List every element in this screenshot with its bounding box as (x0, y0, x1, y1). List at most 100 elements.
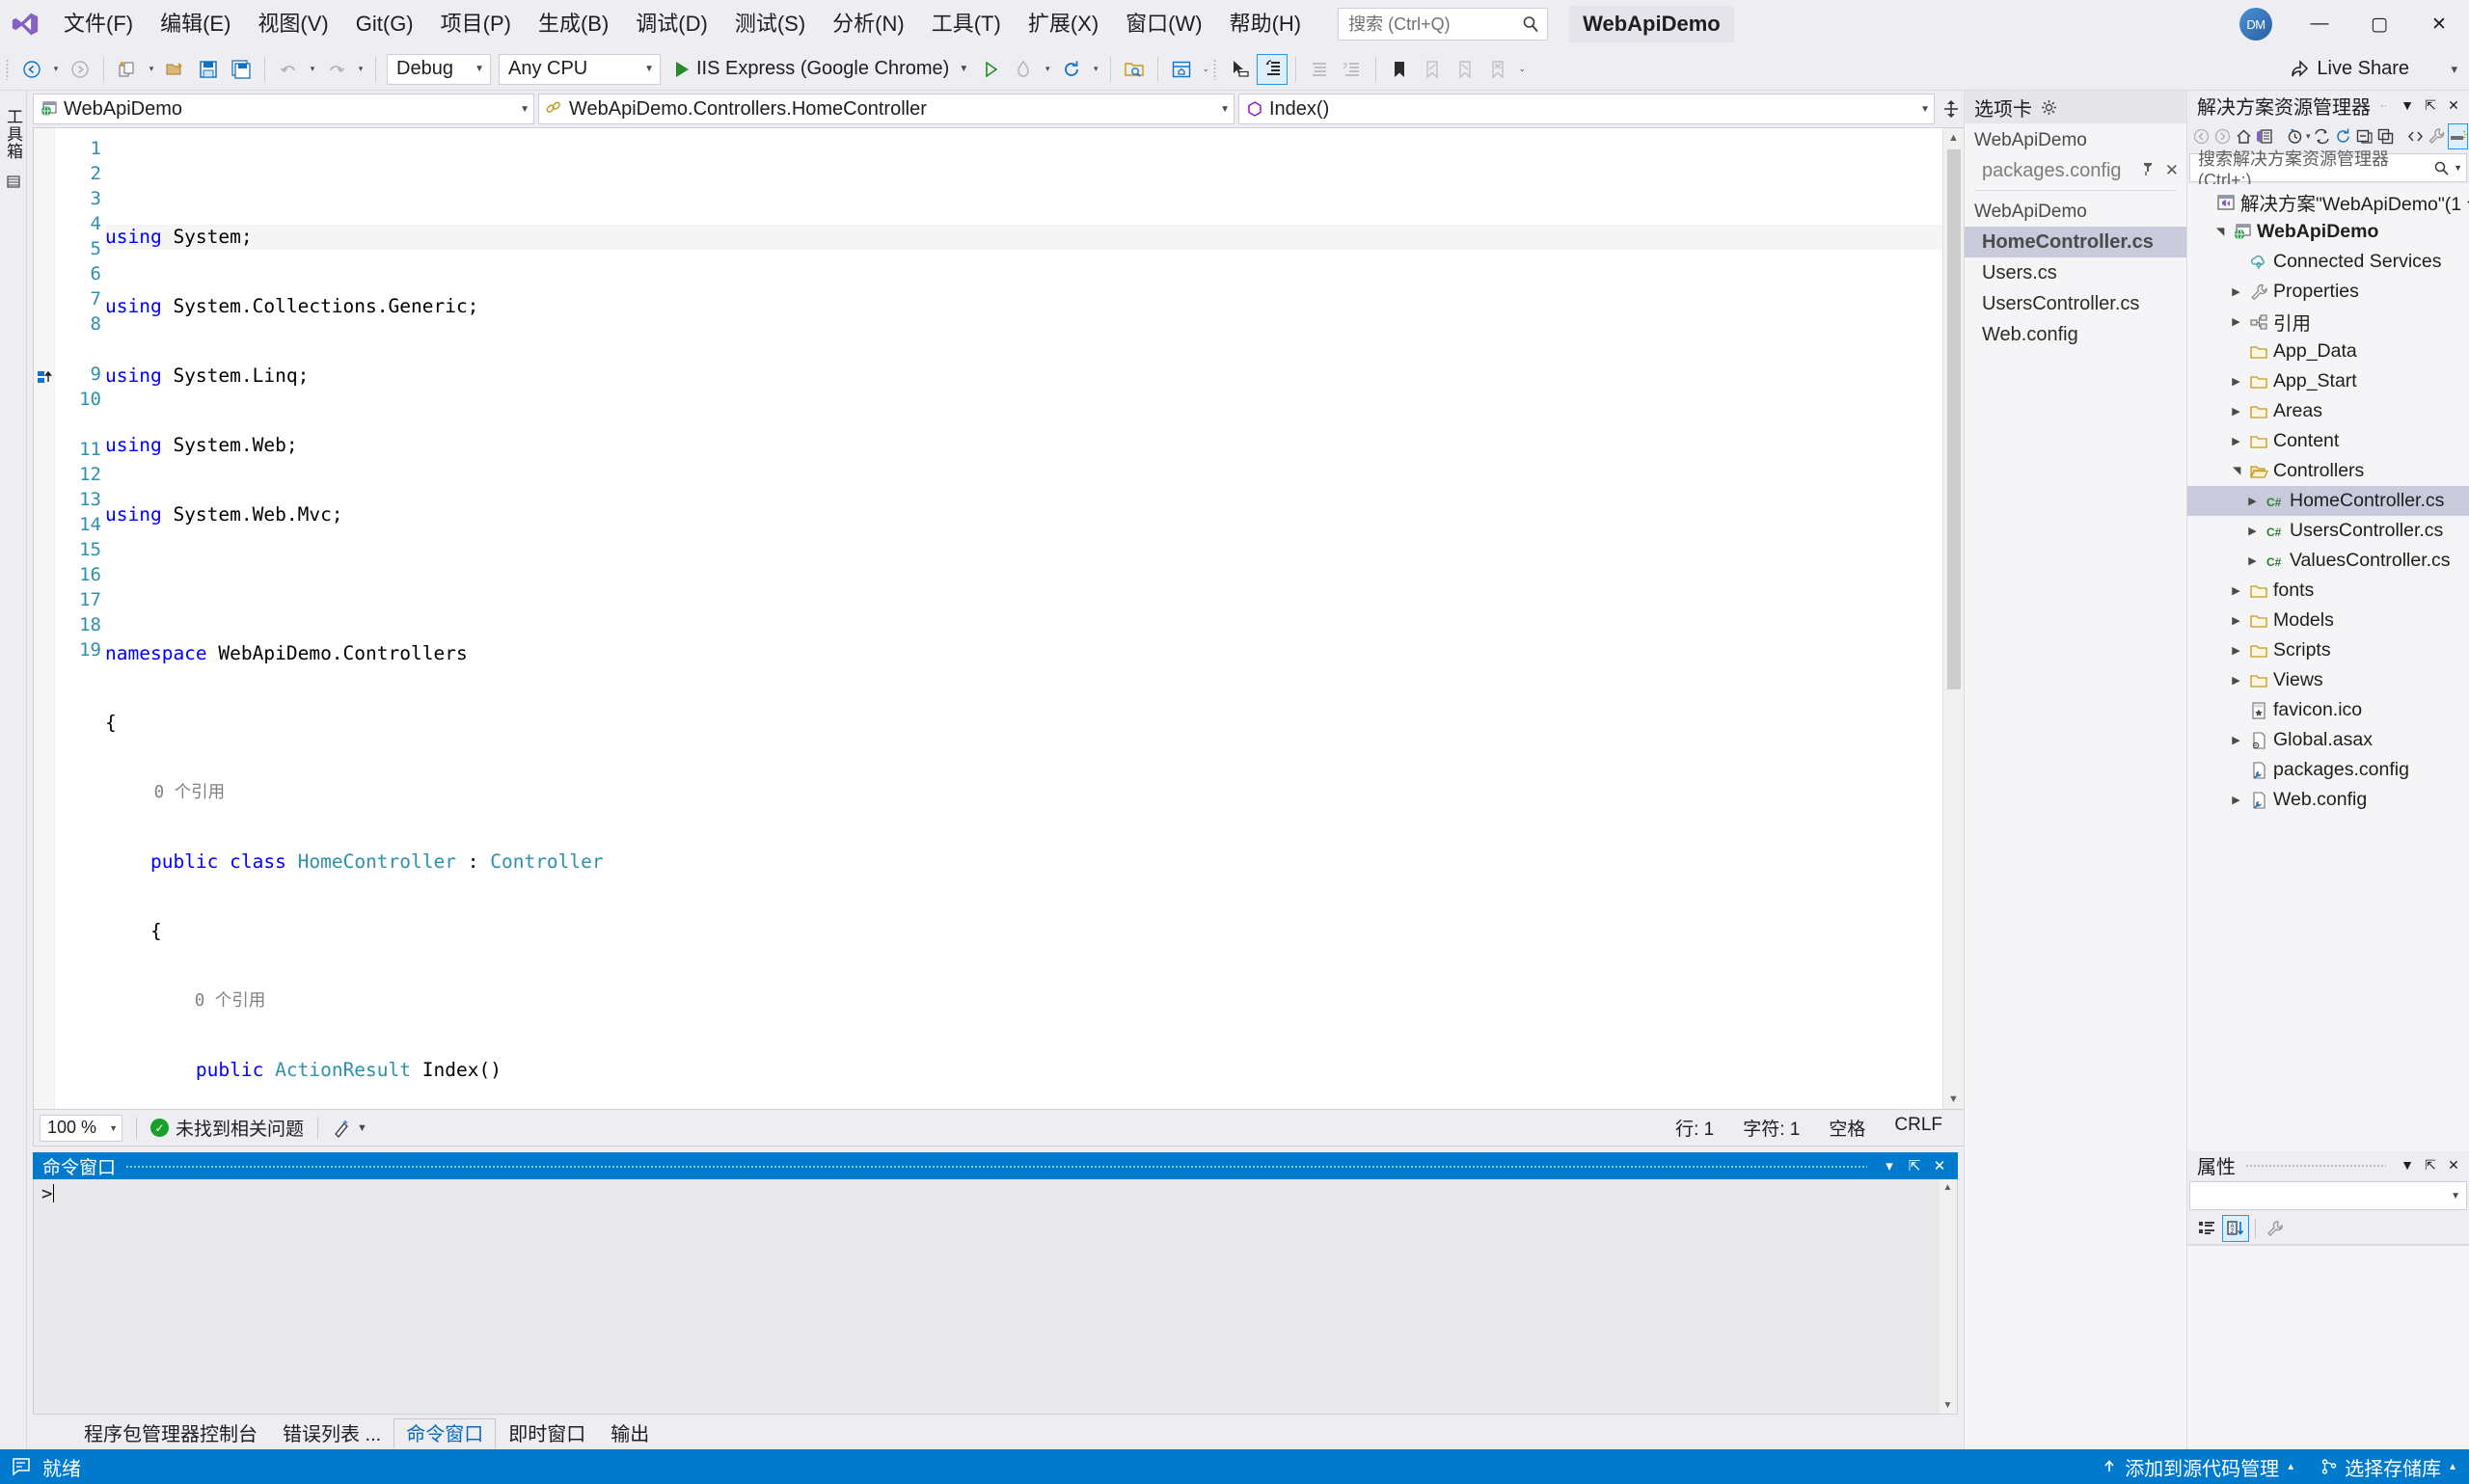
bookmark-overflow-icon[interactable]: ⌄ (1514, 54, 1530, 85)
alphabetical-view-icon[interactable]: AZ (2222, 1215, 2249, 1242)
drag-dots[interactable] (125, 1152, 1867, 1179)
menu-file[interactable]: 文件(F) (50, 0, 147, 48)
command-input-line[interactable]: > (34, 1179, 1938, 1414)
twisty-collapsed-icon[interactable]: ▶ (2226, 405, 2246, 418)
panel-close-icon[interactable]: ✕ (2442, 1157, 2465, 1174)
drag-dots[interactable] (2245, 1155, 2386, 1174)
intellicode-dropdown-icon[interactable]: ▼ (357, 1122, 367, 1134)
select-repository-button[interactable]: 选择存储库 ▲ (2320, 1453, 2457, 1481)
menu-window[interactable]: 窗口(W) (1112, 0, 1215, 48)
toggle-code-view-icon[interactable] (1257, 54, 1288, 85)
editor-vertical-scrollbar[interactable]: ▲ ▼ (1942, 128, 1964, 1109)
tree-node[interactable]: ▶App_Start (2187, 366, 2469, 396)
tree-node[interactable]: favicon.ico (2187, 695, 2469, 725)
redo-dropdown-icon[interactable]: ▾ (353, 54, 368, 85)
tree-node[interactable]: ▶Views (2187, 665, 2469, 695)
tree-node[interactable]: ▶C#ValuesController.cs (2187, 546, 2469, 576)
start-debug-button[interactable]: IIS Express (Google Chrome) ▼ (670, 54, 974, 85)
member-combo[interactable]: Index() ▼ (1238, 94, 1935, 124)
tab-output[interactable]: 输出 (598, 1418, 662, 1449)
menu-analyze[interactable]: 分析(N) (819, 0, 918, 48)
tab-immediate-window[interactable]: 即时窗口 (496, 1418, 598, 1449)
new-project-dropdown-icon[interactable]: ▾ (144, 54, 159, 85)
twisty-collapsed-icon[interactable]: ▶ (2226, 435, 2246, 447)
tree-node[interactable]: ◢Controllers (2187, 456, 2469, 486)
twisty-collapsed-icon[interactable]: ▶ (2226, 644, 2246, 657)
comment-lines-icon[interactable] (1304, 54, 1335, 85)
twisty-collapsed-icon[interactable]: ▶ (2226, 375, 2246, 388)
menu-debug[interactable]: 调试(D) (622, 0, 721, 48)
undo-icon[interactable] (273, 54, 304, 85)
navigate-backward-dropdown-icon[interactable]: ▾ (48, 54, 64, 85)
menu-build[interactable]: 生成(B) (525, 0, 622, 48)
eol-status[interactable]: CRLF (1894, 1115, 1942, 1141)
close-button[interactable]: ✕ (2409, 0, 2469, 48)
split-editor-button[interactable] (1939, 98, 1964, 120)
menu-tools[interactable]: 工具(T) (918, 0, 1015, 48)
scroll-down-icon[interactable]: ▼ (1948, 1090, 1959, 1109)
search-in-files-icon[interactable] (1119, 54, 1150, 85)
code-editor[interactable]: 1234 5678 910 11121314 15161718 19 using… (33, 127, 1964, 1110)
tree-node[interactable]: ▶Areas (2187, 396, 2469, 426)
open-file-icon[interactable] (160, 54, 191, 85)
menu-extensions[interactable]: 扩展(X) (1015, 0, 1112, 48)
code-text-area[interactable]: using System; using System.Collections.G… (105, 128, 1942, 1109)
redo-icon[interactable] (321, 54, 352, 85)
toolbar-overflow-icon[interactable]: ▾ (2451, 62, 2457, 77)
tab-item-users[interactable]: Users.cs (1965, 257, 2186, 288)
command-window-menu-icon[interactable]: ▾ (1877, 1157, 1902, 1174)
window-layout-dropdown-icon[interactable]: ⌄ (1198, 54, 1213, 85)
clear-bookmarks-icon[interactable] (1482, 54, 1513, 85)
twisty-collapsed-icon[interactable]: ▶ (2242, 554, 2263, 567)
twisty-collapsed-icon[interactable]: ▶ (2226, 794, 2246, 806)
indent-status[interactable]: 空格 (1829, 1115, 1865, 1141)
menu-test[interactable]: 测试(S) (721, 0, 819, 48)
tree-node[interactable]: Connected Services (2187, 247, 2469, 277)
command-window-close-icon[interactable]: ✕ (1927, 1157, 1952, 1174)
tree-node[interactable]: ▶Global.asax (2187, 725, 2469, 755)
hot-reload-icon[interactable] (1008, 54, 1039, 85)
search-icon[interactable]: ▼ (2433, 160, 2462, 176)
close-icon[interactable]: ✕ (2165, 161, 2179, 180)
command-window-pin-icon[interactable]: ⇱ (1902, 1157, 1927, 1174)
toolbar-grip[interactable] (1213, 57, 1223, 82)
save-all-icon[interactable] (226, 54, 257, 85)
restart-dropdown-icon[interactable]: ▾ (1088, 54, 1103, 85)
pin-icon[interactable] (2140, 161, 2156, 180)
twisty-expanded-icon[interactable]: ◢ (2213, 222, 2226, 242)
chevron-down-icon[interactable]: ▼ (959, 64, 968, 74)
twisty-collapsed-icon[interactable]: ▶ (2226, 674, 2246, 687)
new-project-icon[interactable] (112, 54, 143, 85)
tab-item-webconfig[interactable]: Web.config (1965, 319, 2186, 350)
previous-bookmark-icon[interactable] (1417, 54, 1448, 85)
twisty-collapsed-icon[interactable]: ▶ (2226, 614, 2246, 627)
tree-node[interactable]: ▶Scripts (2187, 635, 2469, 665)
tab-item-homecontroller[interactable]: HomeController.cs (1965, 227, 2186, 257)
save-icon[interactable] (193, 54, 224, 85)
next-bookmark-icon[interactable] (1450, 54, 1480, 85)
property-pages-icon[interactable] (2262, 1215, 2289, 1242)
hot-reload-dropdown-icon[interactable]: ▾ (1040, 54, 1055, 85)
navigate-forward-icon[interactable] (65, 54, 95, 85)
type-combo[interactable]: WebApiDemo.Controllers.HomeController ▼ (538, 94, 1234, 124)
twisty-collapsed-icon[interactable]: ▶ (2226, 315, 2246, 328)
project-combo[interactable]: WebApiDemo ▼ (33, 94, 534, 124)
maximize-button[interactable]: ▢ (2349, 0, 2409, 48)
tree-node[interactable]: ▶Content (2187, 426, 2469, 456)
solution-tree[interactable]: 解决方案"WebApiDemo"(1 个项目/共 1 个)◢WebApiDemo… (2187, 184, 2469, 1150)
tab-package-manager-console[interactable]: 程序包管理器控制台 (71, 1418, 270, 1449)
twisty-expanded-icon[interactable]: ◢ (2230, 461, 2242, 481)
zoom-combo[interactable]: 100 % ▼ (40, 1115, 122, 1142)
properties-grid[interactable] (2187, 1245, 2469, 1449)
tab-error-list[interactable]: 错误列表 ... (270, 1418, 393, 1449)
scroll-down-icon[interactable]: ▼ (1943, 1397, 1953, 1414)
chevron-down-icon[interactable]: ▼ (2454, 163, 2462, 173)
menu-view[interactable]: 视图(V) (244, 0, 341, 48)
live-share-button[interactable]: Live Share (2289, 58, 2409, 80)
twisty-collapsed-icon[interactable]: ▶ (2242, 525, 2263, 537)
twisty-collapsed-icon[interactable]: ▶ (2242, 495, 2263, 507)
tree-node[interactable]: ▶引用 (2187, 307, 2469, 337)
tree-node[interactable]: ▶C#HomeController.cs (2187, 486, 2469, 516)
avatar[interactable]: DM (2239, 8, 2272, 40)
window-layout-icon[interactable] (1166, 54, 1197, 85)
